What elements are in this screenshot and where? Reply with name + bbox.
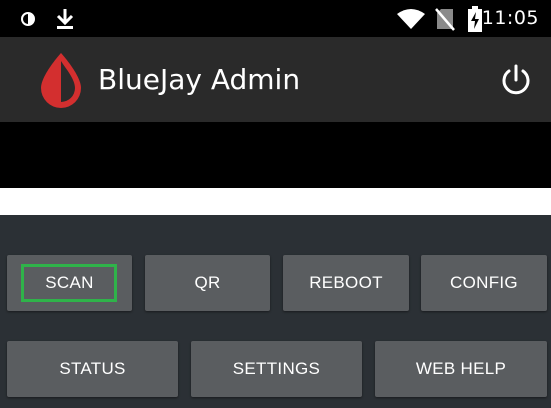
no-sim-icon — [432, 0, 458, 37]
power-icon[interactable] — [497, 61, 535, 99]
qr-button-label: QR — [194, 273, 221, 292]
preview-band — [0, 122, 551, 188]
app-bar: BlueJay Admin — [0, 37, 551, 122]
status-button[interactable]: STATUS — [7, 341, 178, 397]
settings-button[interactable]: SETTINGS — [191, 341, 362, 397]
focus-indicator — [21, 264, 117, 302]
web-help-button[interactable]: WEB HELP — [375, 341, 547, 397]
brightness-icon — [18, 0, 38, 37]
clock-time: 11:05 — [481, 7, 539, 29]
settings-button-label: SETTINGS — [232, 359, 321, 378]
scan-button[interactable]: SCAN — [7, 255, 132, 311]
qr-button[interactable]: QR — [145, 255, 270, 311]
config-button-label: CONFIG — [450, 273, 518, 292]
config-button[interactable]: CONFIG — [421, 255, 547, 311]
app-title: BlueJay Admin — [98, 63, 301, 96]
reboot-button-label: REBOOT — [309, 273, 383, 292]
button-panel: SCAN QR REBOOT CONFIG STATUS SETTINGS WE… — [0, 215, 551, 408]
status-bar: 11:05 — [0, 0, 551, 37]
status-button-label: STATUS — [59, 359, 126, 378]
reboot-button[interactable]: REBOOT — [283, 255, 409, 311]
wifi-icon — [395, 0, 427, 37]
web-help-button-label: WEB HELP — [415, 359, 507, 378]
download-icon — [52, 0, 78, 37]
drop-logo-icon — [38, 51, 84, 109]
divider-band — [0, 188, 551, 215]
